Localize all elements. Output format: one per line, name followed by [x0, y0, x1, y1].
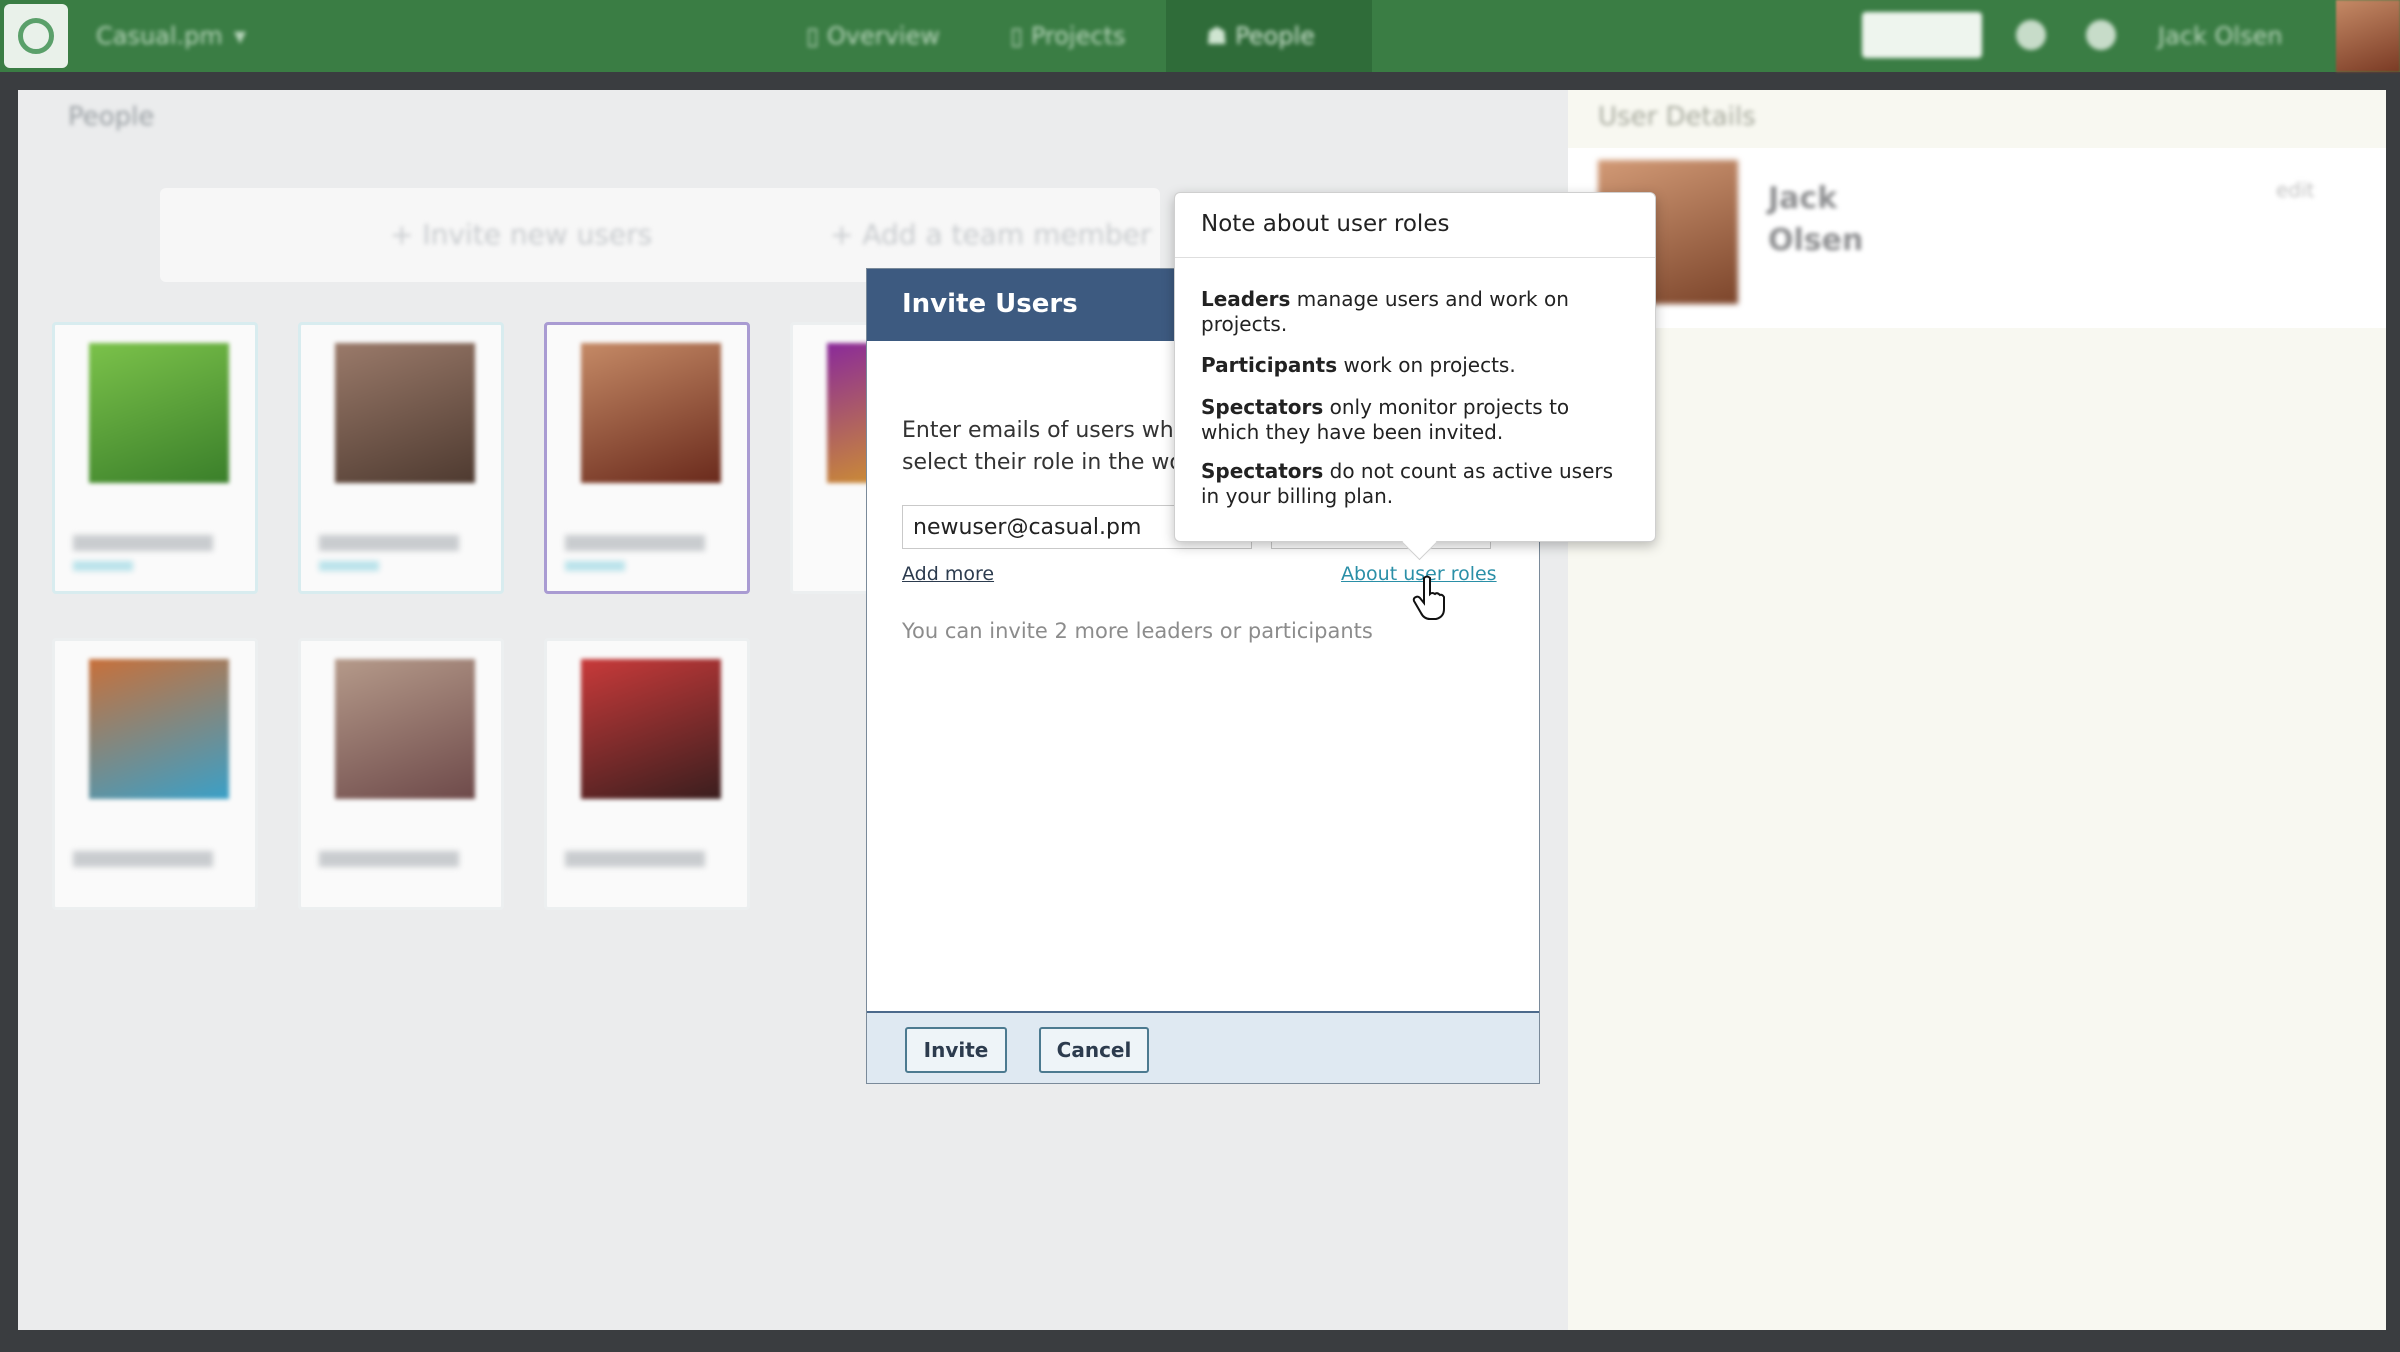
user-role — [565, 561, 625, 571]
dialog-title: Invite Users — [902, 289, 1078, 319]
user-photo — [89, 343, 229, 483]
avatar[interactable] — [2336, 0, 2400, 72]
people-icon: ☗ — [1206, 22, 1228, 50]
user-photo — [581, 343, 721, 483]
tooltip-line-participants: Participants work on projects. — [1201, 353, 1516, 377]
user-name — [565, 851, 705, 867]
user-role — [73, 561, 133, 571]
user-details-title: User Details — [1598, 102, 1756, 132]
user-name — [73, 851, 213, 867]
user-role — [319, 561, 379, 571]
cancel-button[interactable]: Cancel — [1039, 1027, 1149, 1073]
logo-mark — [18, 18, 54, 54]
user-photo — [335, 659, 475, 799]
help-icon[interactable] — [2086, 20, 2116, 50]
invite-new-users-link[interactable]: + Invite new users — [390, 218, 652, 251]
user-photo — [581, 659, 721, 799]
invite-limit-note: You can invite 2 more leaders or partici… — [902, 619, 1373, 643]
user-name — [319, 851, 459, 867]
user-photo — [335, 343, 475, 483]
tooltip-line-leaders: Leaders manage users and work on project… — [1201, 287, 1569, 336]
top-bar: Casual.pm ▾ ▯ Overview ▯ Projects ☗ Peop… — [0, 0, 2400, 72]
user-card[interactable] — [298, 638, 504, 910]
tooltip-header: Note about user roles — [1175, 193, 1655, 258]
tooltip-title: Note about user roles — [1201, 211, 1450, 237]
user-menu[interactable]: Jack Olsen — [2158, 22, 2283, 50]
user-details-panel: User Details Jack Olsen edit — [1568, 90, 2386, 1330]
nav-overview[interactable]: ▯ Overview — [806, 22, 940, 50]
user-card[interactable] — [52, 638, 258, 910]
user-name — [73, 535, 213, 551]
user-card-selected[interactable] — [544, 322, 750, 594]
user-details-card: Jack Olsen edit — [1568, 148, 2386, 328]
edit-user-button[interactable]: edit — [2276, 178, 2356, 208]
nav-people[interactable]: ☗ People — [1206, 22, 1315, 50]
app-logo[interactable] — [4, 4, 68, 68]
mail-icon[interactable] — [2016, 20, 2046, 50]
chevron-down-icon[interactable]: ▾ — [234, 22, 246, 50]
user-roles-tooltip: Note about user roles Leaders manage use… — [1174, 192, 1656, 561]
dialog-footer: Invite Cancel — [867, 1011, 1539, 1083]
workspace-switcher[interactable]: Casual.pm — [96, 22, 223, 50]
dialog-description: Enter emails of users which select their… — [902, 418, 1206, 475]
user-card[interactable] — [544, 638, 750, 910]
user-photo — [89, 659, 229, 799]
user-card[interactable] — [298, 322, 504, 594]
folder-icon: ▯ — [1010, 22, 1024, 50]
user-card[interactable] — [52, 322, 258, 594]
user-details-name: Jack Olsen — [1768, 181, 1864, 258]
nav-projects[interactable]: ▯ Projects — [1010, 22, 1125, 50]
tooltip-line-spectators: Spectators only monitor projects to whic… — [1201, 395, 1570, 444]
page-title: People — [68, 102, 155, 132]
user-name — [319, 535, 459, 551]
feedback-button[interactable] — [1862, 12, 1982, 58]
user-name — [565, 535, 705, 551]
invite-button[interactable]: Invite — [905, 1027, 1007, 1073]
add-team-member-link[interactable]: + Add a team member — [830, 218, 1151, 251]
doc-icon: ▯ — [806, 22, 820, 50]
add-more-link[interactable]: Add more — [902, 563, 994, 585]
hand-cursor-icon — [1412, 575, 1445, 620]
tooltip-line-billing: Spectators do not count as active users … — [1201, 459, 1614, 508]
